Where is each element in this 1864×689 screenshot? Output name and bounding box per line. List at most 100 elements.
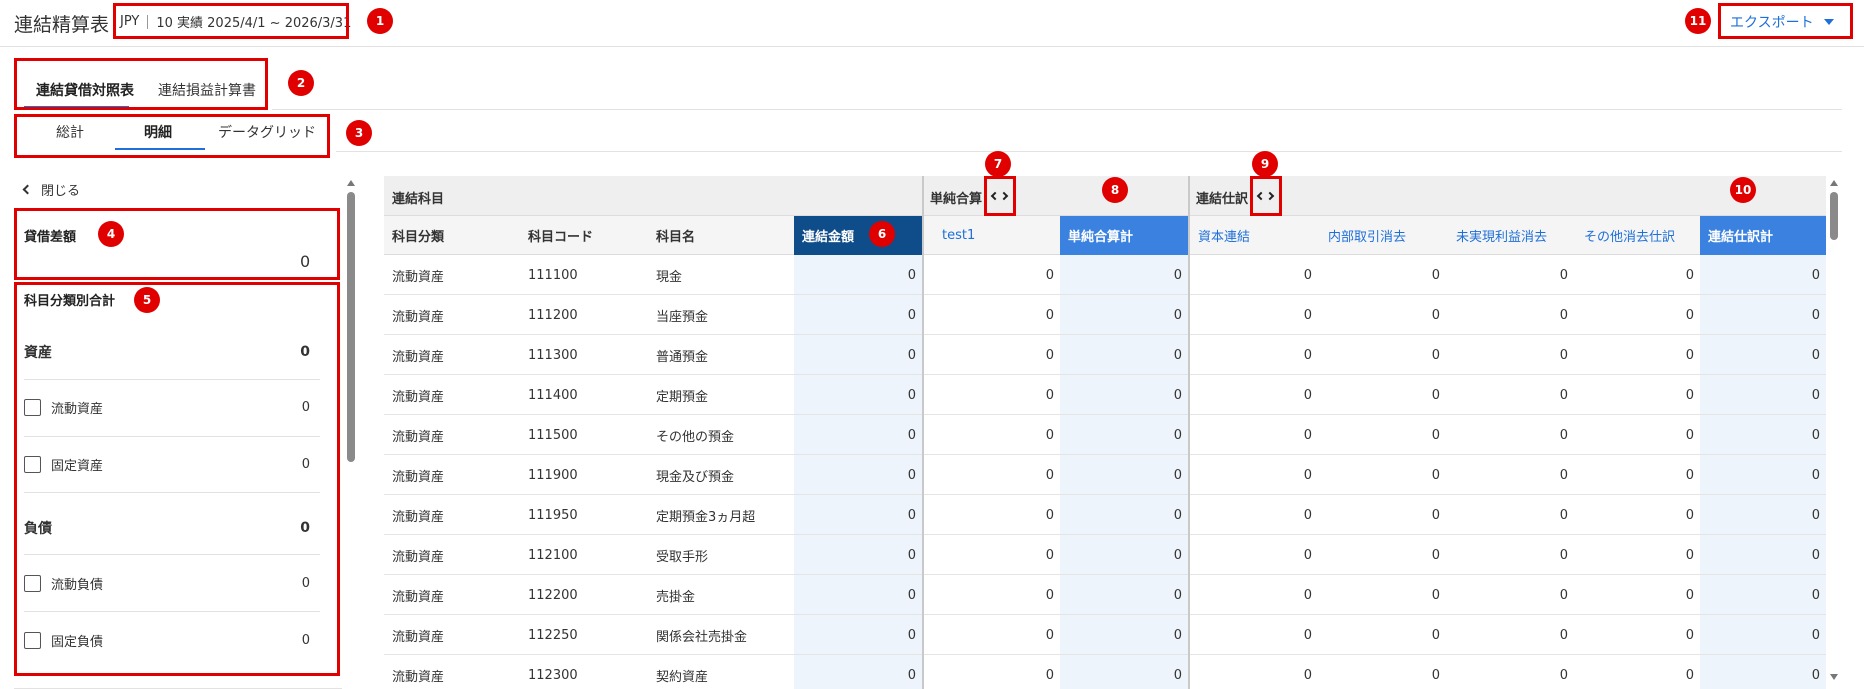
- cell-amount: 0: [1303, 587, 1312, 603]
- col-category[interactable]: 科目分類: [384, 216, 520, 255]
- cell-amount: 0: [1811, 467, 1820, 483]
- page-title: 連結精算表: [14, 14, 110, 36]
- annotation-box: [984, 176, 1016, 216]
- group-simple-sum: 単純合算: [930, 192, 983, 207]
- cell-amount: 0: [1173, 387, 1182, 403]
- table-row[interactable]: 流動資産 111400 定期預金 0 0 0 0 0 0 0 0: [384, 375, 1826, 415]
- cell-category: 流動資産: [392, 269, 445, 285]
- cell-amount: 0: [907, 307, 916, 323]
- table-row[interactable]: 流動資産 111200 当座預金 0 0 0 0 0 0 0 0: [384, 295, 1826, 335]
- cell-code: 111200: [528, 307, 578, 323]
- table-row[interactable]: 流動資産 112200 売掛金 0 0 0 0 0 0 0 0: [384, 575, 1826, 615]
- cell-amount: 0: [1559, 587, 1568, 603]
- annotation-badge: 10: [1730, 177, 1756, 203]
- header-divider: [0, 46, 1864, 47]
- cell-amount: 0: [1303, 627, 1312, 643]
- cell-amount: 0: [1431, 467, 1440, 483]
- col-other[interactable]: その他消去仕訳: [1574, 216, 1700, 255]
- annotation-badge: 9: [1252, 151, 1278, 177]
- cell-amount: 0: [1685, 427, 1694, 443]
- cell-amount: 0: [1431, 507, 1440, 523]
- tab-divider: [336, 151, 1842, 152]
- table-row[interactable]: 流動資産 111300 普通預金 0 0 0 0 0 0 0 0: [384, 335, 1826, 375]
- cell-amount: 0: [1431, 587, 1440, 603]
- cell-name: 現金: [656, 269, 683, 285]
- cell-category: 流動資産: [392, 589, 445, 605]
- cell-amount: 0: [1811, 587, 1820, 603]
- cell-amount: 0: [1685, 307, 1694, 323]
- cell-code: 111900: [528, 467, 578, 483]
- table-scrollbar[interactable]: [1830, 192, 1838, 240]
- cell-amount: 0: [1685, 667, 1694, 683]
- col-capital[interactable]: 資本連結: [1190, 216, 1318, 255]
- cell-amount: 0: [1045, 387, 1054, 403]
- cell-amount: 0: [1559, 547, 1568, 563]
- table-row[interactable]: 流動資産 112300 契約資産 0 0 0 0 0 0 0 0: [384, 655, 1826, 689]
- annotation-box: [14, 114, 330, 158]
- cell-amount: 0: [1431, 627, 1440, 643]
- col-consolidated-amount[interactable]: 連結金額: [794, 216, 922, 255]
- table-row[interactable]: 流動資産 111500 その他の預金 0 0 0 0 0 0 0 0: [384, 415, 1826, 455]
- cell-amount: 0: [907, 507, 916, 523]
- table-row[interactable]: 流動資産 111100 現金 0 0 0 0 0 0 0 0: [384, 255, 1826, 295]
- annotation-box: [113, 3, 349, 39]
- col-simple-total[interactable]: 単純合算計: [1060, 216, 1188, 255]
- cell-amount: 0: [1559, 387, 1568, 403]
- cell-amount: 0: [1431, 387, 1440, 403]
- cell-amount: 0: [1045, 587, 1054, 603]
- cell-amount: 0: [1811, 267, 1820, 283]
- cell-amount: 0: [1559, 507, 1568, 523]
- cell-amount: 0: [1173, 507, 1182, 523]
- cell-category: 流動資産: [392, 309, 445, 325]
- table-row[interactable]: 流動資産 111950 定期預金3ヵ月超 0 0 0 0 0 0 0 0: [384, 495, 1826, 535]
- cell-category: 流動資産: [392, 509, 445, 525]
- annotation-badge: 4: [98, 221, 124, 247]
- cell-amount: 0: [1045, 627, 1054, 643]
- cell-amount: 0: [1173, 467, 1182, 483]
- cell-name: 契約資産: [656, 669, 709, 685]
- cell-amount: 0: [1431, 267, 1440, 283]
- scroll-up-arrow[interactable]: [1830, 180, 1838, 186]
- cell-amount: 0: [1173, 307, 1182, 323]
- annotation-box: [14, 208, 340, 280]
- close-panel-link[interactable]: 閉じる: [22, 180, 80, 199]
- cell-amount: 0: [1431, 347, 1440, 363]
- cell-amount: 0: [1303, 427, 1312, 443]
- annotation-badge: 8: [1102, 177, 1128, 203]
- cell-amount: 0: [1685, 547, 1694, 563]
- cell-amount: 0: [1685, 507, 1694, 523]
- col-unrealized[interactable]: 未実現利益消去: [1446, 216, 1574, 255]
- table-row[interactable]: 流動資産 111900 現金及び預金 0 0 0 0 0 0 0 0: [384, 455, 1826, 495]
- cell-amount: 0: [1173, 587, 1182, 603]
- cell-amount: 0: [1045, 467, 1054, 483]
- cell-amount: 0: [907, 627, 916, 643]
- scroll-down-arrow[interactable]: [1830, 674, 1838, 680]
- annotation-badge: 11: [1685, 8, 1711, 34]
- annotation-badge: 1: [367, 8, 393, 34]
- table-row[interactable]: 流動資産 112100 受取手形 0 0 0 0 0 0 0 0: [384, 535, 1826, 575]
- cell-amount: 0: [1685, 267, 1694, 283]
- col-intercompany[interactable]: 内部取引消去: [1318, 216, 1446, 255]
- cell-amount: 0: [1685, 627, 1694, 643]
- cell-amount: 0: [1045, 667, 1054, 683]
- cell-amount: 0: [1559, 627, 1568, 643]
- consolidation-table: 連結科目 単純合算 連結仕訳 科目分類 科目コード 科目名 連結金額 test1…: [384, 176, 1826, 689]
- cell-amount: 0: [1811, 307, 1820, 323]
- col-test1[interactable]: test1: [924, 216, 1060, 255]
- scroll-up-arrow[interactable]: [347, 180, 355, 186]
- cell-amount: 0: [1173, 667, 1182, 683]
- cell-code: 111300: [528, 347, 578, 363]
- cell-amount: 0: [1431, 667, 1440, 683]
- cell-amount: 0: [1303, 667, 1312, 683]
- cell-amount: 0: [1303, 467, 1312, 483]
- col-name[interactable]: 科目名: [648, 216, 794, 255]
- left-panel-scrollbar[interactable]: [347, 192, 355, 462]
- table-row[interactable]: 流動資産 112250 関係会社売掛金 0 0 0 0 0 0 0 0: [384, 615, 1826, 655]
- group-account: 連結科目: [392, 192, 445, 207]
- col-journal-total[interactable]: 連結仕訳計: [1700, 216, 1826, 255]
- cell-amount: 0: [1559, 347, 1568, 363]
- cell-amount: 0: [1811, 547, 1820, 563]
- cell-amount: 0: [1811, 627, 1820, 643]
- cell-amount: 0: [1431, 307, 1440, 323]
- col-code[interactable]: 科目コード: [520, 216, 648, 255]
